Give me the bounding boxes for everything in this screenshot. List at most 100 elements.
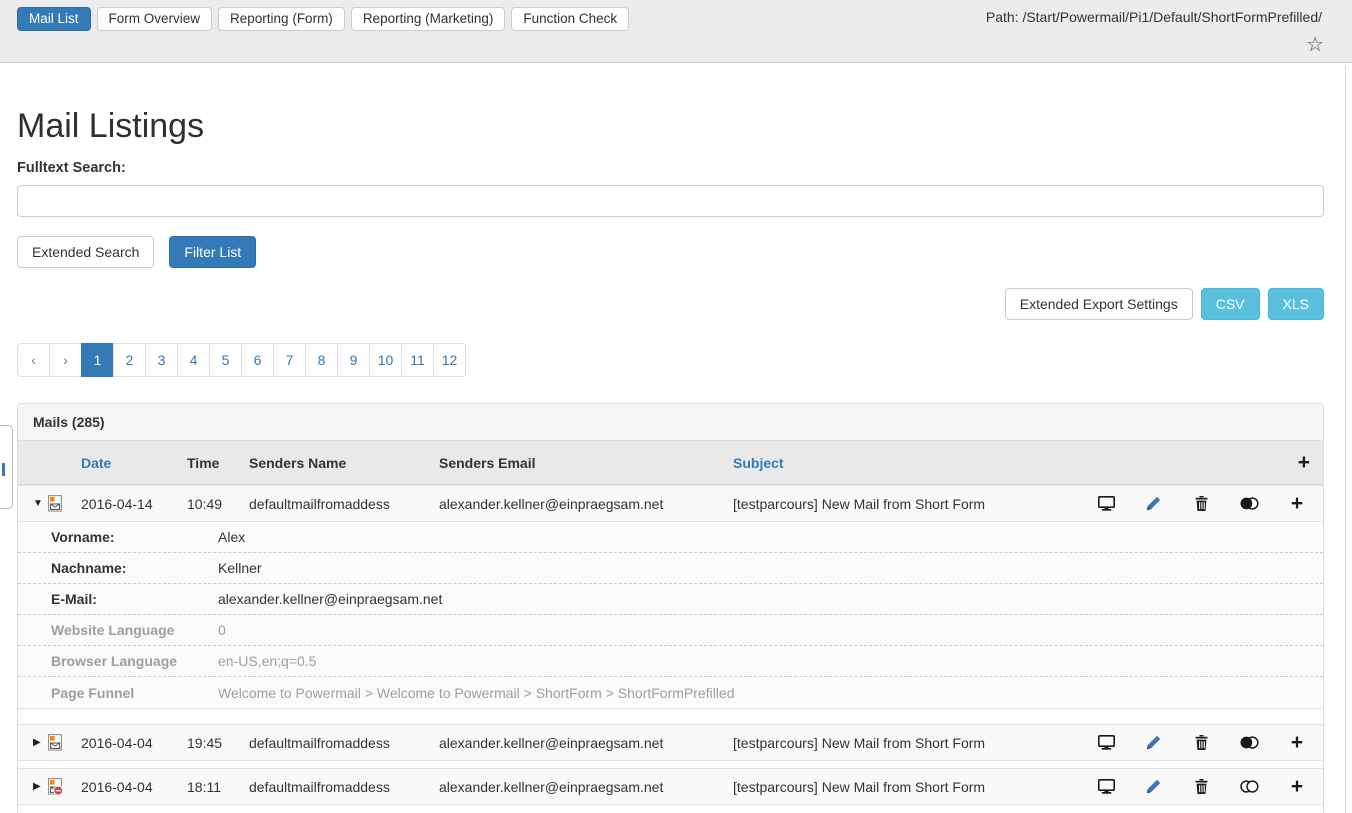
detail-row: E-Mail: alexander.kellner@einpraegsam.ne… [18, 584, 1323, 615]
detail-value: Alex [218, 529, 1323, 545]
detail-label: Page Funnel [18, 685, 218, 701]
pagination-page-11[interactable]: 11 [401, 343, 434, 377]
pagination-page-3[interactable]: 3 [145, 343, 178, 377]
detail-value: 0 [218, 622, 1323, 638]
module-tab-reporting-form-[interactable]: Reporting (Form) [218, 7, 345, 31]
cell-sender-email: alexander.kellner@einpraegsam.net [439, 779, 733, 795]
tree-collapse-handle-mark [2, 463, 5, 476]
table-row: ▶ 2016-04-04 18:11 defaultmailfromaddess… [18, 768, 1323, 805]
visibility-toggle-icon[interactable] [1236, 780, 1262, 793]
column-header-subject[interactable]: Subject [733, 455, 1093, 471]
detail-row: Browser Language en-US,en;q=0.5 [18, 646, 1323, 677]
extended-search-button[interactable]: Extended Search [17, 236, 154, 268]
cell-sender-name: defaultmailfromaddess [249, 735, 439, 751]
mail-record-icon [48, 778, 81, 795]
filter-list-button[interactable]: Filter List [169, 236, 256, 268]
mail-row-group: ▶ 2016-04-04 18:11 defaultmailfromaddess… [18, 768, 1323, 805]
mail-record-icon [48, 734, 81, 751]
pagination-page-8[interactable]: 8 [305, 343, 338, 377]
pagination-prev[interactable]: ‹ [17, 343, 50, 377]
module-tab-reporting-marketing-[interactable]: Reporting (Marketing) [351, 7, 506, 31]
pagination-page-7[interactable]: 7 [273, 343, 306, 377]
detail-value: Kellner [218, 560, 1323, 576]
tree-collapse-handle[interactable] [0, 425, 13, 509]
doc-header-bar: Mail ListForm OverviewReporting (Form)Re… [0, 0, 1352, 63]
cell-time: 10:49 [187, 496, 249, 512]
page-title: Mail Listings [17, 107, 1324, 146]
mails-panel-title: Mails (285) [18, 404, 1323, 441]
fulltext-search-input[interactable] [17, 185, 1324, 217]
cell-time: 19:45 [187, 735, 249, 751]
expand-caret-icon[interactable]: ▶ [18, 737, 48, 748]
module-body: Mail Listings Fulltext Search: Extended … [0, 107, 1352, 813]
edit-icon[interactable] [1141, 735, 1167, 750]
module-tab-form-overview[interactable]: Form Overview [97, 7, 213, 31]
bookmark-star-icon[interactable]: ☆ [1306, 34, 1324, 56]
pagination-page-4[interactable]: 4 [177, 343, 210, 377]
column-header-senders-name: Senders Name [249, 455, 439, 471]
detail-value: Welcome to Powermail > Welcome to Powerm… [218, 685, 1323, 701]
detail-row: Page Funnel Welcome to Powermail > Welco… [18, 677, 1323, 708]
add-icon[interactable]: + [1284, 778, 1310, 796]
cell-date: 2016-04-14 [81, 496, 187, 512]
edit-icon[interactable] [1141, 496, 1167, 511]
table-header-row: Date Time Senders Name Senders Email Sub… [18, 441, 1323, 485]
delete-icon[interactable] [1189, 779, 1215, 794]
pagination-page-6[interactable]: 6 [241, 343, 274, 377]
detail-label: Vorname: [18, 529, 218, 545]
preview-icon[interactable] [1093, 735, 1119, 750]
pagination-page-9[interactable]: 9 [337, 343, 370, 377]
expand-caret-icon[interactable]: ▼ [18, 498, 48, 509]
visibility-toggle-icon[interactable] [1236, 497, 1262, 510]
pagination-page-10[interactable]: 10 [369, 343, 402, 377]
mail-row-group: ▶ 2016-04-04 19:45 defaultmailfromaddess… [18, 724, 1323, 761]
column-header-senders-email: Senders Email [439, 455, 733, 471]
expand-caret-icon[interactable]: ▶ [18, 781, 48, 792]
page-path: Path: /Start/Powermail/Pi1/Default/Short… [986, 9, 1322, 25]
pagination-page-5[interactable]: 5 [209, 343, 242, 377]
detail-row: Vorname: Alex [18, 522, 1323, 553]
detail-value: en-US,en;q=0.5 [218, 653, 1323, 669]
table-row: ▼ 2016-04-14 10:49 defaultmailfromaddess… [18, 485, 1323, 522]
fulltext-search-label: Fulltext Search: [17, 160, 1324, 176]
module-tabs: Mail ListForm OverviewReporting (Form)Re… [17, 7, 629, 31]
cell-sender-name: defaultmailfromaddess [249, 779, 439, 795]
cell-sender-name: defaultmailfromaddess [249, 496, 439, 512]
mail-rows: ▼ 2016-04-14 10:49 defaultmailfromaddess… [18, 485, 1323, 805]
visibility-toggle-icon[interactable] [1236, 736, 1262, 749]
mail-details: Vorname: Alex Nachname: Kellner E-Mail: … [18, 522, 1323, 709]
table-row: ▶ 2016-04-04 19:45 defaultmailfromaddess… [18, 724, 1323, 761]
module-tab-function-check[interactable]: Function Check [511, 7, 629, 31]
edit-icon[interactable] [1141, 779, 1167, 794]
detail-label: E-Mail: [18, 591, 218, 607]
mail-row-group: ▼ 2016-04-14 10:49 defaultmailfromaddess… [18, 485, 1323, 709]
mails-panel: Mails (285) Date Time Senders Name Sende… [17, 403, 1324, 813]
cell-date: 2016-04-04 [81, 779, 187, 795]
cell-subject: [testparcours] New Mail from Short Form [733, 735, 1093, 751]
detail-label: Nachname: [18, 560, 218, 576]
preview-icon[interactable] [1093, 496, 1119, 511]
delete-icon[interactable] [1189, 735, 1215, 750]
cell-date: 2016-04-04 [81, 735, 187, 751]
detail-row: Nachname: Kellner [18, 553, 1323, 584]
export-csv-button[interactable]: CSV [1201, 288, 1260, 320]
add-icon[interactable]: + [1284, 495, 1310, 513]
delete-icon[interactable] [1189, 496, 1215, 511]
pagination-page-2[interactable]: 2 [113, 343, 146, 377]
pagination-page-1[interactable]: 1 [81, 343, 114, 377]
extended-export-settings-button[interactable]: Extended Export Settings [1005, 288, 1193, 320]
cell-time: 18:11 [187, 779, 249, 795]
mail-record-icon [48, 495, 81, 512]
column-header-date[interactable]: Date [81, 455, 187, 471]
pagination: ‹›123456789101112 [17, 343, 466, 377]
pagination-page-12[interactable]: 12 [433, 343, 466, 377]
pagination-next[interactable]: › [49, 343, 82, 377]
cell-subject: [testparcours] New Mail from Short Form [733, 779, 1093, 795]
add-column-icon[interactable]: + [1298, 454, 1310, 472]
add-icon[interactable]: + [1284, 734, 1310, 752]
preview-icon[interactable] [1093, 779, 1119, 794]
detail-label: Browser Language [18, 653, 218, 669]
detail-value: alexander.kellner@einpraegsam.net [218, 591, 1323, 607]
module-tab-mail-list[interactable]: Mail List [17, 7, 91, 31]
export-xls-button[interactable]: XLS [1268, 288, 1324, 320]
